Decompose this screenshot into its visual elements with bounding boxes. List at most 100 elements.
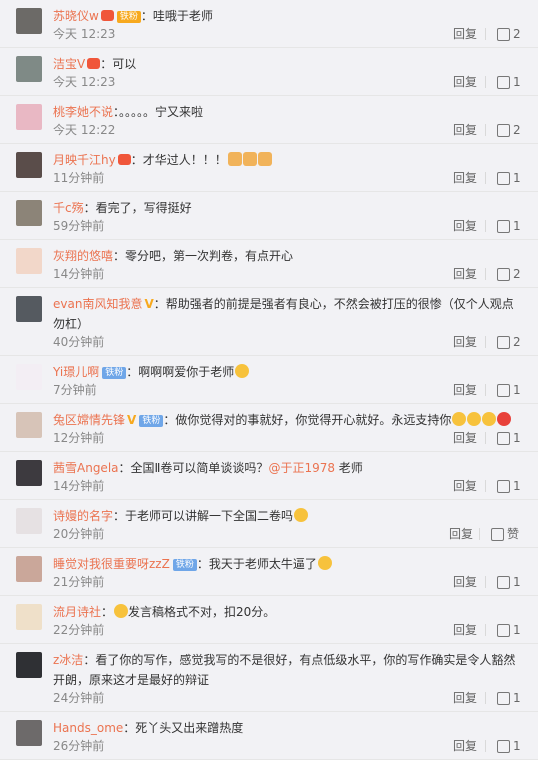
fan-badge: 铁粉 — [116, 11, 141, 23]
user-name-link[interactable]: 苏晓仪w — [53, 9, 99, 23]
reply-button[interactable]: 回复 — [453, 430, 477, 446]
user-name-link[interactable]: 灰翔的悠嘻 — [53, 249, 113, 263]
like-count: 2 — [513, 123, 521, 137]
avatar[interactable] — [16, 412, 42, 438]
reply-button[interactable]: 回复 — [453, 218, 477, 234]
avatar[interactable] — [16, 652, 42, 678]
comment-item: 诗嫚的名字：于老师可以讲解一下全国二卷吗 20分钟前 回复赞 — [0, 500, 538, 548]
comment-body: ：。。。。。宁又来啦 — [113, 105, 204, 119]
reply-button[interactable]: 回复 — [453, 170, 477, 186]
reply-button[interactable]: 回复 — [453, 690, 477, 706]
thumbs-up-icon[interactable] — [497, 28, 510, 41]
thumbs-up-icon[interactable] — [497, 268, 510, 281]
timestamp: 7分钟前 — [53, 383, 97, 397]
reply-button[interactable]: 回复 — [453, 122, 477, 138]
emoji-icon — [452, 412, 467, 426]
thumbs-up-icon[interactable] — [497, 432, 510, 445]
user-name-link[interactable]: 兔区嫦情先锋 — [53, 413, 125, 427]
user-name-link[interactable]: Yi璟儿啊 — [53, 365, 99, 379]
like-count: 1 — [513, 575, 521, 589]
avatar[interactable] — [16, 556, 42, 582]
reply-button[interactable]: 回复 — [453, 574, 477, 590]
divider — [485, 384, 486, 396]
thumbs-up-icon[interactable] — [497, 336, 510, 349]
user-name-link[interactable]: 流月诗社 — [53, 605, 101, 619]
thumbs-up-icon[interactable] — [497, 740, 510, 753]
divider — [485, 480, 486, 492]
user-name-link[interactable]: 诗嫚的名字 — [53, 509, 113, 523]
comment-body: ：看了你的写作，感觉我写的不是很好，有点低级水平，你的写作确实是令人豁然开朗，原… — [53, 653, 516, 687]
thumbs-up-icon[interactable] — [497, 172, 510, 185]
user-name-link[interactable]: 睡觉对我很重要呀zzZ — [53, 557, 170, 571]
user-name-link[interactable]: 茜雪Angela — [53, 461, 119, 475]
thumbs-up-icon[interactable] — [497, 220, 510, 233]
comment-body: ：死丫头又出来蹭热度 — [123, 721, 244, 735]
reply-button[interactable]: 回复 — [453, 26, 477, 42]
thumbs-up-icon[interactable] — [497, 480, 510, 493]
reply-button[interactable]: 回复 — [453, 622, 477, 638]
user-name-link[interactable]: 月映千江hy — [53, 153, 116, 167]
like-count: 1 — [513, 739, 521, 753]
timestamp: 今天 12:23 — [53, 75, 116, 89]
thumbs-up-icon[interactable] — [497, 576, 510, 589]
fan-badge: 铁粉 — [102, 367, 127, 379]
user-name-link[interactable]: 桃李她不说 — [53, 105, 113, 119]
avatar[interactable] — [16, 460, 42, 486]
comment-item: 灰翔的悠嘻：零分吧，第一次判卷，有点开心 14分钟前 回复 2 — [0, 240, 538, 288]
divider — [479, 528, 480, 540]
thumbs-up-icon[interactable] — [497, 624, 510, 637]
avatar[interactable] — [16, 56, 42, 82]
comment-text: 月映千江hy ：才华过人！！！ — [53, 150, 518, 170]
timestamp: 12分钟前 — [53, 431, 105, 445]
user-name-link[interactable]: Hands_ome — [53, 721, 123, 735]
divider — [485, 220, 486, 232]
comment-text: 睡觉对我很重要呀zzZ 铁粉 ：我天于老师太牛逼了 — [53, 554, 518, 574]
avatar[interactable] — [16, 604, 42, 630]
divider — [485, 432, 486, 444]
comment-text: 桃李她不说：。。。。。宁又来啦 — [53, 102, 518, 122]
user-name-link[interactable]: 洁宝V — [53, 57, 85, 71]
avatar[interactable] — [16, 104, 42, 130]
avatar[interactable] — [16, 720, 42, 746]
comment-item: 流月诗社： 发言稿格式不对，扣20分。 22分钟前 回复 1 — [0, 596, 538, 644]
comment-body: ：可以 — [100, 57, 137, 71]
avatar[interactable] — [16, 364, 42, 390]
avatar[interactable] — [16, 296, 42, 322]
verified-icon: V — [144, 297, 154, 311]
reply-button[interactable]: 回复 — [453, 266, 477, 282]
comment-text: evan南风知我意 V：帮助强者的前提是强者有良心，不然会被打压的很惨（仅个人观点… — [53, 294, 518, 334]
thumbs-up-emoji-icon — [227, 152, 242, 166]
like-count: 1 — [513, 479, 521, 493]
comment-body-tail: 发言稿格式不对，扣20分。 — [128, 605, 276, 619]
reply-button[interactable]: 回复 — [453, 334, 477, 350]
vip-icon — [87, 58, 101, 69]
vip-icon — [117, 154, 131, 165]
mention-link[interactable]: @于正1978 — [268, 461, 335, 475]
thumbs-up-icon[interactable] — [491, 528, 504, 541]
comment-text: 洁宝V ：可以 — [53, 54, 518, 74]
reply-button[interactable]: 回复 — [453, 478, 477, 494]
comment-text: 苏晓仪w 铁粉 ：哇哦于老师 — [53, 6, 518, 26]
thumbs-up-icon[interactable] — [497, 384, 510, 397]
thumbs-up-icon[interactable] — [497, 692, 510, 705]
emoji-icon — [467, 412, 482, 426]
avatar[interactable] — [16, 508, 42, 534]
avatar[interactable] — [16, 248, 42, 274]
thumbs-up-icon[interactable] — [497, 124, 510, 137]
reply-button[interactable]: 回复 — [453, 74, 477, 90]
avatar[interactable] — [16, 152, 42, 178]
thumbs-up-icon[interactable] — [497, 76, 510, 89]
avatar[interactable] — [16, 8, 42, 34]
avatar[interactable] — [16, 200, 42, 226]
user-name-link[interactable]: 千c殇 — [53, 201, 84, 215]
user-name-link[interactable]: z冰洁 — [53, 653, 83, 667]
reply-button[interactable]: 回复 — [453, 738, 477, 754]
comment-list: 苏晓仪w 铁粉 ：哇哦于老师 今天 12:23 回复 2 洁宝V ：可以 今天 12:23 回复 1… — [0, 0, 538, 760]
divider — [485, 740, 486, 752]
reply-button[interactable]: 回复 — [449, 526, 473, 542]
comment-body: ：哇哦于老师 — [140, 9, 213, 23]
reply-button[interactable]: 回复 — [453, 382, 477, 398]
user-name-link[interactable]: evan南风知我意 — [53, 297, 142, 311]
comment-body-tail: 老师 — [334, 461, 363, 475]
fan-badge: 铁粉 — [172, 559, 197, 571]
